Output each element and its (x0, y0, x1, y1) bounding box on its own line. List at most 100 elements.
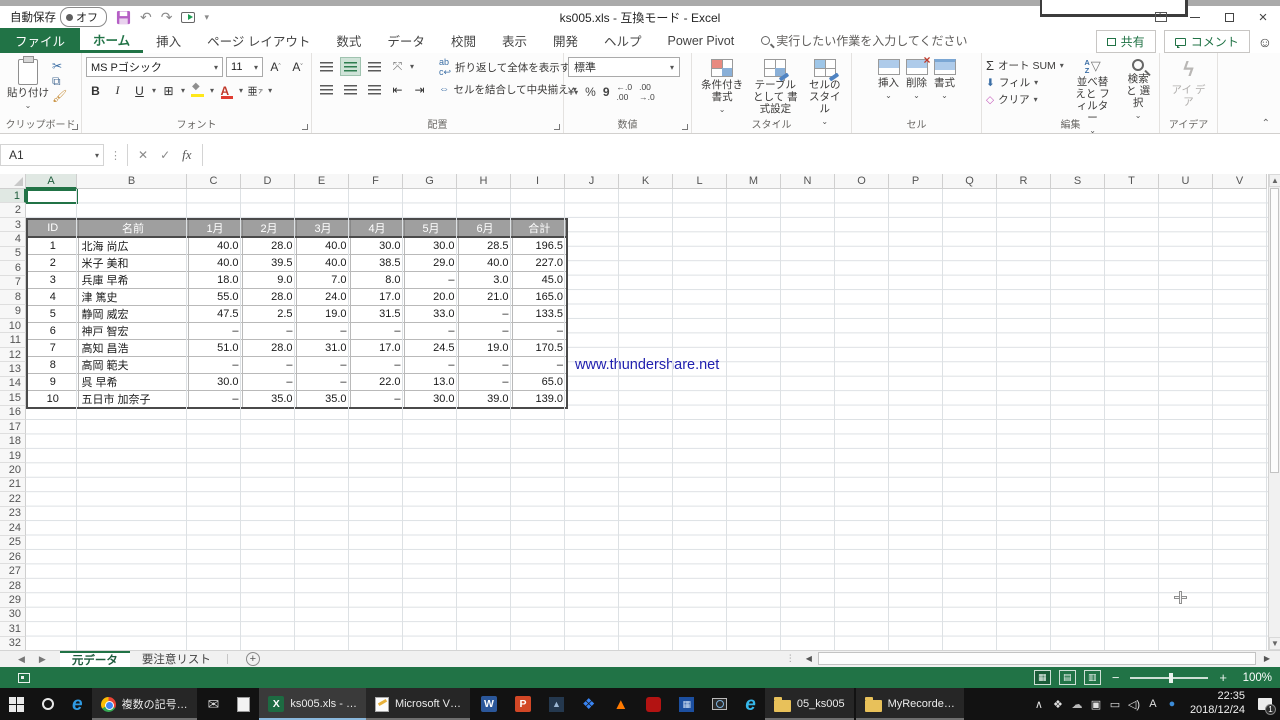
cell-value[interactable]: – (458, 356, 512, 373)
column-header-Q[interactable]: Q (943, 174, 997, 189)
cell-value[interactable]: 139.0 (512, 390, 567, 408)
row-header-32[interactable]: 32 (0, 637, 26, 650)
cell-value[interactable]: 65.0 (512, 373, 567, 390)
cell-value[interactable]: 18.0 (188, 271, 242, 288)
underline-button[interactable]: U (130, 81, 149, 100)
excel-window[interactable]: Xks005.xls - … (259, 688, 366, 720)
cell-id[interactable]: 6 (27, 322, 78, 339)
undo-icon[interactable]: ↶ (140, 10, 152, 24)
conditional-formatting-button[interactable]: 条件付き 書式⌄ (696, 57, 748, 116)
borders-caret[interactable]: ▾ (181, 86, 185, 95)
horizontal-scroll-thumb[interactable] (818, 652, 1256, 665)
chrome-window[interactable]: 複数の記号… (92, 688, 197, 720)
align-bottom-button[interactable] (364, 57, 385, 76)
cell-value[interactable]: 22.0 (350, 373, 404, 390)
column-header-P[interactable]: P (889, 174, 943, 189)
row-header-19[interactable]: 19 (0, 449, 26, 463)
cell-value[interactable]: 19.0 (296, 305, 350, 322)
column-header-E[interactable]: E (295, 174, 349, 189)
share-button[interactable]: 共有 (1096, 30, 1156, 53)
cell-value[interactable]: – (242, 373, 296, 390)
cell-value[interactable]: – (242, 356, 296, 373)
row-header-10[interactable]: 10 (0, 319, 26, 333)
row-header-23[interactable]: 23 (0, 507, 26, 521)
touch-mode-icon[interactable] (181, 12, 195, 23)
save-icon[interactable] (116, 10, 131, 25)
orientation-caret[interactable]: ▾ (410, 62, 414, 71)
powerpoint-icon[interactable]: P (506, 688, 540, 720)
row-header-29[interactable]: 29 (0, 593, 26, 607)
cell-name[interactable]: 北海 尚広 (78, 237, 188, 255)
row-header-12[interactable]: 12 (0, 348, 26, 362)
tray-chevron-up-icon[interactable]: ∧ (1030, 688, 1048, 720)
zoom-slider[interactable] (1130, 677, 1208, 679)
ribbon-tab-Power Pivot[interactable]: Power Pivot (655, 28, 748, 53)
cell-value[interactable]: 133.5 (512, 305, 567, 322)
accounting-format-icon[interactable]: ¥▾ (568, 86, 578, 98)
cell-value[interactable]: 165.0 (512, 288, 567, 305)
name-box-splitter[interactable]: ⋮ (104, 149, 127, 162)
fill-button[interactable]: ⬇フィル▾ (986, 74, 1064, 91)
scroll-up-icon[interactable]: ▲ (1269, 174, 1280, 187)
column-header-N[interactable]: N (781, 174, 835, 189)
cell-value[interactable]: – (404, 271, 458, 288)
autosum-button[interactable]: Σオート SUM▾ (986, 57, 1064, 74)
ribbon-tab-開発[interactable]: 開発 (540, 28, 591, 53)
cell-value[interactable]: 39.5 (242, 254, 296, 271)
column-header-U[interactable]: U (1159, 174, 1213, 189)
blue-app-icon[interactable]: ▦ (670, 688, 703, 720)
cell-value[interactable]: 9.0 (242, 271, 296, 288)
cell-value[interactable]: – (188, 390, 242, 408)
cell-id[interactable]: 9 (27, 373, 78, 390)
ribbon-tab-表示[interactable]: 表示 (489, 28, 540, 53)
name-box[interactable]: A1▾ (0, 144, 104, 166)
column-header-O[interactable]: O (835, 174, 889, 189)
cell-id[interactable]: 1 (27, 237, 78, 255)
cut-icon[interactable]: ✂ (52, 60, 67, 72)
cell-value[interactable]: 7.0 (296, 271, 350, 288)
row-header-22[interactable]: 22 (0, 492, 26, 506)
scroll-right-icon[interactable]: ▶ (1260, 654, 1274, 663)
sheet-next-icon[interactable]: ▶ (39, 654, 46, 665)
autosave-toggle[interactable]: 自動保存 オフ (10, 7, 107, 27)
selected-cell-a1[interactable] (26, 189, 78, 204)
percent-style-icon[interactable]: % (585, 85, 596, 99)
cell-value[interactable]: 28.0 (242, 237, 296, 255)
row-header-25[interactable]: 25 (0, 536, 26, 550)
cell-value[interactable]: 33.0 (404, 305, 458, 322)
column-header-K[interactable]: K (619, 174, 673, 189)
cell-value[interactable]: 29.0 (404, 254, 458, 271)
increase-indent-icon[interactable]: ⇥ (410, 80, 429, 99)
row-header-15[interactable]: 15 (0, 391, 26, 405)
tray-onedrive-icon[interactable]: ☁ (1068, 688, 1086, 720)
horizontal-scrollbar[interactable]: ⋮ ◀ ▶ (786, 651, 1274, 666)
ribbon-tab-データ[interactable]: データ (374, 28, 438, 53)
alignment-dialog-launcher[interactable] (554, 124, 560, 130)
cell-value[interactable]: 28.0 (242, 339, 296, 356)
row-header-8[interactable]: 8 (0, 290, 26, 304)
cell-value[interactable]: – (188, 322, 242, 339)
word-icon[interactable]: W (472, 688, 506, 720)
column-header-I[interactable]: I (511, 174, 565, 189)
ribbon-tab-数式[interactable]: 数式 (323, 28, 374, 53)
cell-value[interactable]: – (404, 356, 458, 373)
align-right-button[interactable] (364, 80, 385, 99)
cell-name[interactable]: 兵庫 早希 (78, 271, 188, 288)
customize-qat-icon[interactable]: ▾ (204, 13, 209, 22)
cell-value[interactable]: 196.5 (512, 237, 567, 255)
fill-color-caret[interactable]: ▾ (210, 86, 214, 95)
cell-value[interactable]: 28.0 (242, 288, 296, 305)
tray-ime-icon[interactable]: A (1144, 688, 1162, 720)
cell-value[interactable]: 30.0 (404, 237, 458, 255)
folder-05-ks005-window[interactable]: 05_ks005 (765, 688, 854, 720)
cell-id[interactable]: 8 (27, 356, 78, 373)
cell-value[interactable]: – (242, 322, 296, 339)
insert-cells-button[interactable]: 挿入⌄ (875, 57, 903, 102)
italic-button[interactable]: I (108, 81, 127, 100)
cell-id[interactable]: 3 (27, 271, 78, 288)
cell-value[interactable]: 17.0 (350, 288, 404, 305)
tray-speaker-icon[interactable]: ◁) (1125, 688, 1143, 720)
align-left-button[interactable] (316, 80, 337, 99)
cell-value[interactable]: 31.5 (350, 305, 404, 322)
cell-value[interactable]: 40.0 (296, 237, 350, 255)
